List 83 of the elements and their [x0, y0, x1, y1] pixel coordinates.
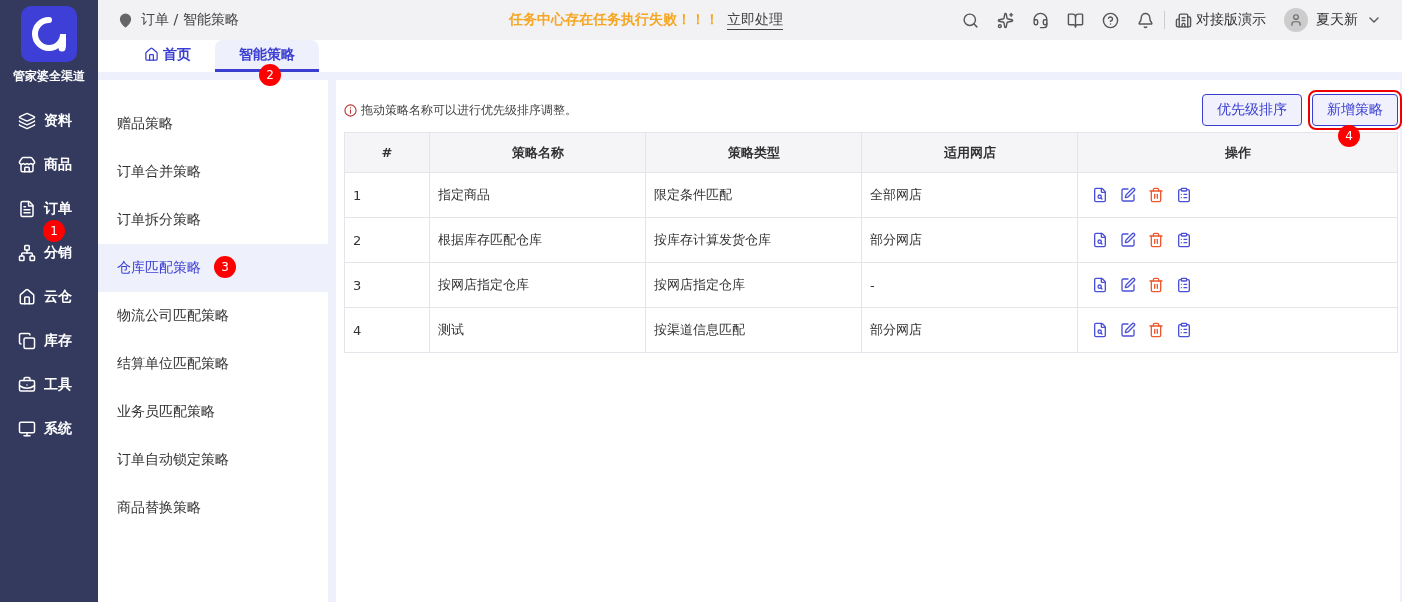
delete-icon[interactable] [1148, 322, 1164, 338]
strategy-menu-item[interactable]: 物流公司匹配策略 [98, 292, 328, 340]
table-cell: - [861, 262, 1078, 308]
nav-item[interactable]: 云仓 [0, 286, 98, 308]
app-name: 管家婆全渠道 [13, 68, 85, 85]
copy-icon [18, 332, 36, 350]
table-cell: 全部网店 [861, 172, 1078, 218]
search-icon[interactable] [962, 11, 979, 29]
view-icon[interactable] [1092, 277, 1108, 293]
table-cell: 2 [344, 217, 430, 263]
document-icon [18, 200, 36, 218]
table-cell: 按网店指定仓库 [429, 262, 646, 308]
strategy-menu-item[interactable]: 订单自动锁定策略 [98, 436, 328, 484]
clipboard-icon[interactable] [1176, 277, 1192, 293]
briefcase-icon [18, 376, 36, 394]
clipboard-icon[interactable] [1176, 232, 1192, 248]
ai-sparkle-icon[interactable] [997, 11, 1014, 29]
strategy-menu-item[interactable]: 结算单位匹配策略 [98, 340, 328, 388]
edit-icon[interactable] [1120, 187, 1136, 203]
alert-message: 任务中心存在任务执行失败！！！ [508, 11, 719, 29]
nav-item[interactable]: 工具 [0, 374, 98, 396]
book-icon[interactable] [1067, 11, 1084, 29]
strategy-menu-item[interactable]: 赠品策略 [98, 100, 328, 148]
table-cell: 按渠道信息匹配 [645, 307, 862, 353]
step-badge: 3 [214, 256, 236, 278]
delete-icon[interactable] [1148, 232, 1164, 248]
table-cell: 按网店指定仓库 [645, 262, 862, 308]
table-cell: 部分网店 [861, 307, 1078, 353]
network-icon [18, 244, 36, 262]
view-icon[interactable] [1092, 322, 1108, 338]
nav-item[interactable]: 分销 [0, 242, 98, 264]
table-cell: 3 [344, 262, 430, 308]
building-icon [1175, 11, 1192, 29]
nav-item[interactable]: 资料 [0, 110, 98, 132]
home-icon [144, 47, 159, 62]
bell-icon[interactable] [1137, 11, 1154, 29]
delete-icon[interactable] [1148, 187, 1164, 203]
tab[interactable]: 首页 [120, 40, 215, 72]
strategy-menu-item[interactable]: 订单合并策略 [98, 148, 328, 196]
edit-icon[interactable] [1120, 232, 1136, 248]
nav-item[interactable]: 系统 [0, 418, 98, 440]
strategy-menu-item[interactable]: 商品替换策略 [98, 484, 328, 532]
strategy-menu-item[interactable]: 业务员匹配策略 [98, 388, 328, 436]
table-cell: 1 [344, 172, 430, 218]
nav-item[interactable]: 库存 [0, 330, 98, 352]
clipboard-icon[interactable] [1176, 187, 1192, 203]
house-icon [18, 288, 36, 306]
table-cell: 测试 [429, 307, 646, 353]
user-avatar[interactable] [1284, 8, 1308, 32]
column-header: 策略名称 [429, 132, 646, 173]
help-icon[interactable] [1102, 11, 1119, 29]
nav-item[interactable]: 订单 [0, 198, 98, 220]
view-icon[interactable] [1092, 187, 1108, 203]
handle-now-link[interactable]: 立即处理 [726, 10, 783, 30]
store-icon [18, 156, 36, 174]
clipboard-icon[interactable] [1176, 322, 1192, 338]
column-header: 策略类型 [645, 132, 862, 173]
monitor-icon [18, 420, 36, 438]
action-button[interactable]: 优先级排序 [1202, 94, 1302, 126]
breadcrumb: 订单 / 智能策略 [141, 11, 239, 29]
location-pin-icon [118, 12, 133, 28]
table-cell: 根据库存匹配仓库 [429, 217, 646, 263]
step-badge: 1 [43, 220, 65, 242]
nav-item[interactable]: 商品 [0, 154, 98, 176]
headset-icon[interactable] [1032, 11, 1049, 29]
hint-text: 拖动策略名称可以进行优先级排序调整。 [361, 101, 577, 119]
edit-icon[interactable] [1120, 277, 1136, 293]
view-icon[interactable] [1092, 232, 1108, 248]
delete-icon[interactable] [1148, 277, 1164, 293]
strategy-menu-item[interactable]: 订单拆分策略 [98, 196, 328, 244]
info-icon [344, 103, 357, 117]
table-cell: 按库存计算发货仓库 [645, 217, 862, 263]
company-name[interactable]: 对接版演示 [1196, 11, 1266, 29]
table-cell: 指定商品 [429, 172, 646, 218]
table-cell: 部分网店 [861, 217, 1078, 263]
table-cell: 4 [344, 307, 430, 353]
user-name[interactable]: 夏天新 [1316, 11, 1358, 29]
table-cell: 限定条件匹配 [645, 172, 862, 218]
column-header: 适用网店 [861, 132, 1078, 173]
layers-icon [18, 112, 36, 130]
strategy-menu-item[interactable]: 仓库匹配策略 3 [98, 244, 328, 292]
edit-icon[interactable] [1120, 322, 1136, 338]
column-header: # [344, 132, 430, 173]
